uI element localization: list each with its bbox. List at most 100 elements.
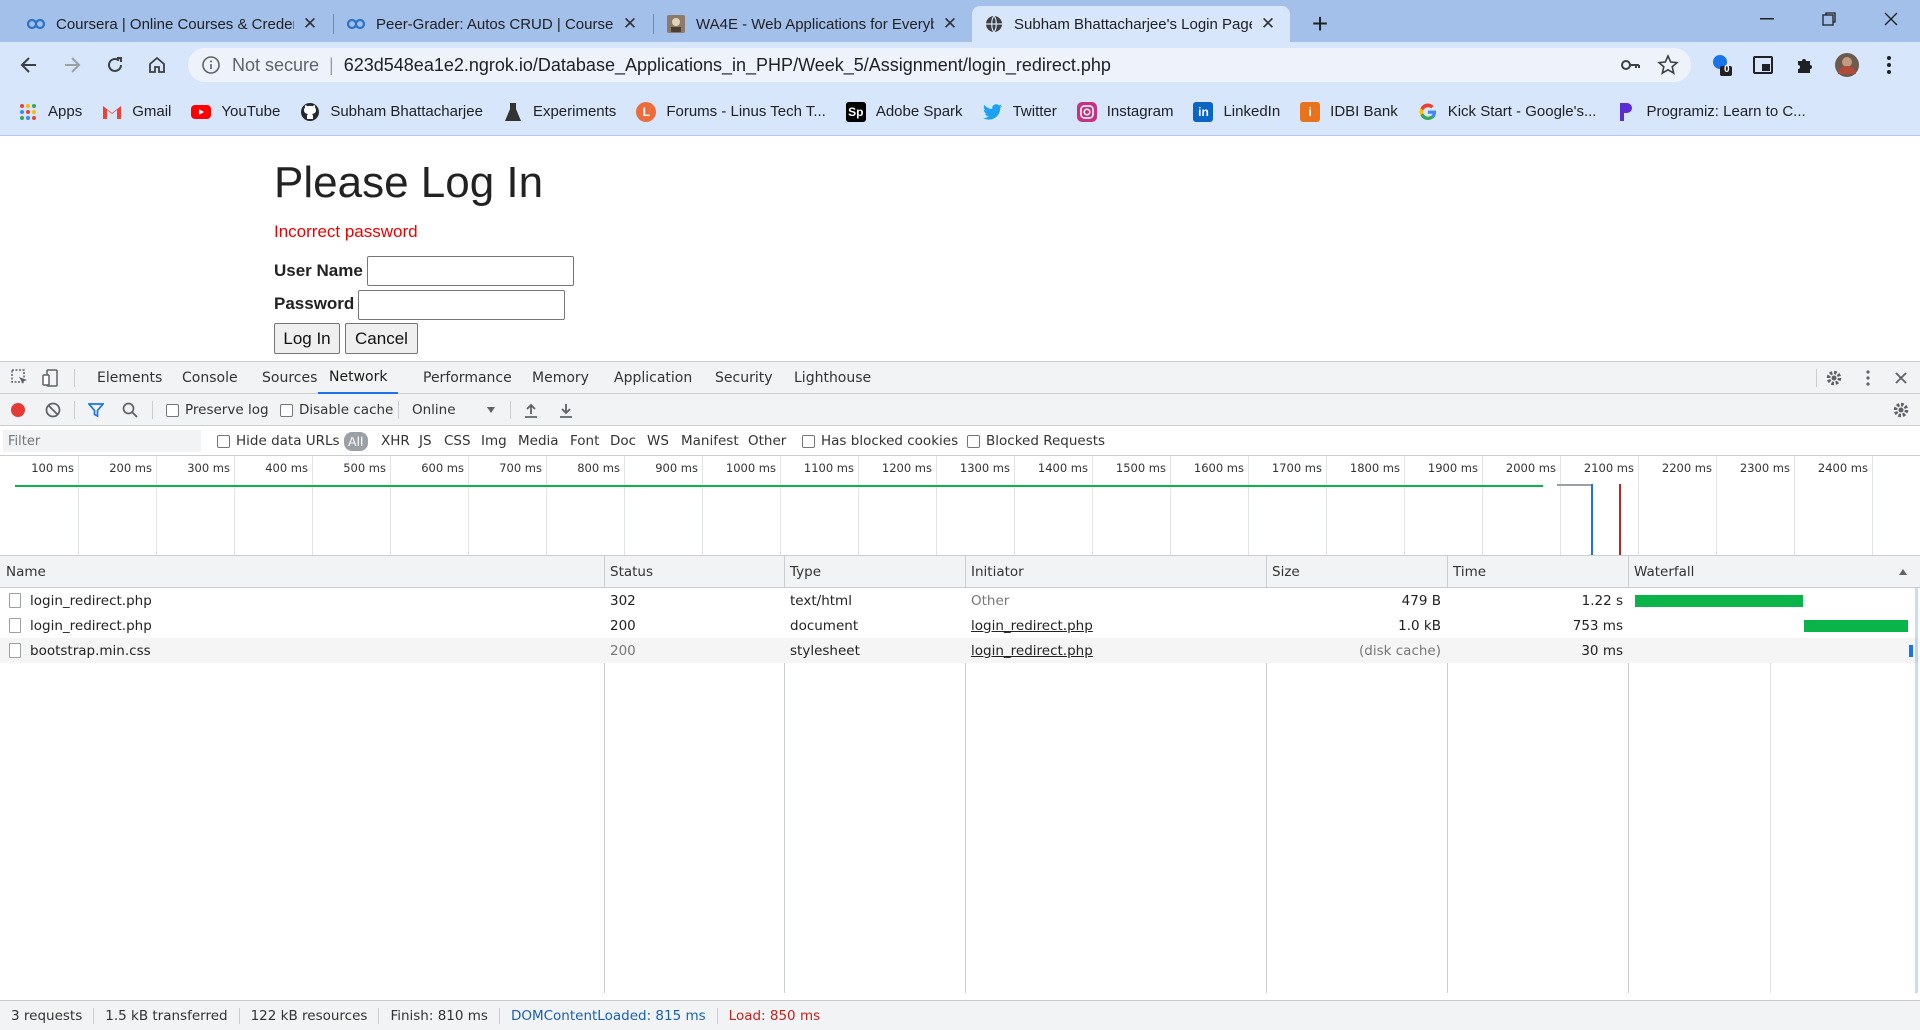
avatar[interactable] [1832, 50, 1862, 80]
table-row[interactable]: bootstrap.min.css 200 stylesheet login_r… [0, 638, 1918, 663]
request-initiator-link[interactable]: login_redirect.php [971, 638, 1093, 663]
close-icon[interactable]: ✕ [1258, 14, 1278, 34]
picture-in-picture-icon[interactable] [1748, 50, 1778, 80]
column-header-name[interactable]: Name [0, 556, 46, 588]
blocked-requests-checkbox[interactable]: Blocked Requests [967, 426, 1105, 456]
column-header-waterfall[interactable]: Waterfall [1628, 556, 1694, 588]
devtools-tab-performance[interactable]: Performance [423, 362, 512, 394]
filter-type-manifest[interactable]: Manifest [681, 426, 739, 456]
filter-type-xhr[interactable]: XHR [381, 426, 410, 456]
devtools-tab-sources[interactable]: Sources [262, 362, 317, 394]
checkbox-box[interactable] [280, 403, 293, 417]
more-options-icon[interactable] [1858, 368, 1878, 388]
devtools-tab-security[interactable]: Security [715, 362, 773, 394]
new-tab-button[interactable]: + [1305, 8, 1335, 39]
devtools-tab-network[interactable]: Network [318, 362, 399, 394]
checkbox-box[interactable] [967, 434, 980, 448]
devtools-tab-elements[interactable]: Elements [97, 362, 162, 394]
device-toolbar-icon[interactable] [41, 368, 61, 388]
devtools-tab-lighthouse[interactable]: Lighthouse [794, 362, 871, 394]
browser-menu-icon[interactable] [1874, 50, 1904, 80]
has-blocked-cookies-checkbox[interactable]: Has blocked cookies [802, 426, 958, 456]
request-name[interactable]: login_redirect.php [9, 588, 152, 613]
info-icon[interactable] [200, 54, 222, 76]
bookmark-twitter[interactable]: Twitter [982, 102, 1057, 122]
throttling-select[interactable]: Online [412, 394, 496, 426]
filter-type-img[interactable]: Img [481, 426, 507, 456]
record-icon[interactable] [10, 394, 26, 426]
close-icon[interactable] [1891, 368, 1911, 388]
sort-ascending-icon[interactable] [1892, 556, 1908, 588]
url-text[interactable]: 623d548ea1e2.ngrok.io/Database_Applicati… [344, 55, 1111, 76]
request-initiator-link[interactable]: login_redirect.php [971, 613, 1093, 638]
extensions-puzzle-icon[interactable] [1790, 50, 1820, 80]
bookmark-experiments[interactable]: Experiments [503, 102, 616, 122]
hide-data-urls-checkbox[interactable]: Hide data URLs [217, 426, 340, 456]
filter-icon[interactable] [88, 394, 104, 426]
bookmark-star-icon[interactable] [1657, 54, 1679, 81]
close-icon[interactable]: ✕ [940, 14, 960, 34]
table-row[interactable]: login_redirect.php 302 text/html Other 4… [0, 588, 1918, 613]
network-settings-gear-icon[interactable] [1892, 394, 1910, 426]
checkbox-box[interactable] [217, 434, 230, 448]
tab-coursera-courses[interactable]: Coursera | Online Courses & Creden ✕ [14, 6, 332, 42]
home-button[interactable] [142, 50, 172, 80]
column-header-time[interactable]: Time [1447, 556, 1486, 588]
column-header-initiator[interactable]: Initiator [965, 556, 1024, 588]
filter-type-css[interactable]: CSS [444, 426, 471, 456]
bookmark-github[interactable]: Subham Bhattacharjee [300, 102, 483, 122]
bookmark-programiz[interactable]: Programiz: Learn to C... [1616, 102, 1806, 122]
devtools-tab-application[interactable]: Application [614, 362, 692, 394]
import-har-icon[interactable] [524, 394, 538, 426]
clear-icon[interactable] [45, 394, 61, 426]
bookmark-youtube[interactable]: YouTube [191, 102, 280, 122]
request-name[interactable]: bootstrap.min.css [9, 638, 151, 663]
gear-icon[interactable] [1824, 368, 1844, 388]
bookmark-gmail[interactable]: Gmail [102, 102, 171, 122]
bookmark-instagram[interactable]: Instagram [1076, 101, 1173, 122]
bookmark-adobe-spark[interactable]: Sp Adobe Spark [845, 101, 963, 122]
login-button[interactable]: Log In [274, 323, 340, 354]
forward-button[interactable] [57, 50, 87, 80]
tab-wa4e[interactable]: WA4E - Web Applications for Everyb ✕ [654, 6, 972, 42]
bookmark-linus-forums[interactable]: L Forums - Linus Tech T... [636, 101, 826, 122]
bookmark-kickstart[interactable]: Kick Start - Google's... [1418, 102, 1596, 122]
inspect-element-icon[interactable] [10, 368, 30, 388]
checkbox-box[interactable] [802, 434, 815, 448]
tab-peer-grader[interactable]: Peer-Grader: Autos CRUD | Coursera ✕ [334, 6, 652, 42]
export-har-icon[interactable] [559, 394, 573, 426]
password-input[interactable] [358, 290, 565, 320]
back-button[interactable] [14, 50, 44, 80]
restore-button[interactable] [1804, 0, 1854, 38]
tab-login-page[interactable]: Subham Bhattacharjee's Login Page ✕ [972, 6, 1290, 42]
preserve-log-checkbox[interactable]: Preserve log [166, 394, 269, 426]
devtools-tab-memory[interactable]: Memory [532, 362, 589, 394]
filter-type-font[interactable]: Font [570, 426, 599, 456]
column-header-size[interactable]: Size [1266, 556, 1300, 588]
filter-type-other[interactable]: Other [748, 426, 786, 456]
filter-type-all[interactable]: All [344, 432, 368, 451]
disable-cache-checkbox[interactable]: Disable cache [280, 394, 393, 426]
bookmark-apps[interactable]: Apps [18, 102, 82, 122]
username-input[interactable] [367, 256, 574, 286]
extension-icon[interactable]: 0 [1706, 50, 1736, 80]
bookmark-linkedin[interactable]: in LinkedIn [1193, 101, 1280, 122]
filter-type-media[interactable]: Media [518, 426, 559, 456]
filter-input[interactable] [3, 430, 201, 452]
close-icon[interactable]: ✕ [300, 14, 320, 34]
filter-type-js[interactable]: JS [419, 426, 432, 456]
reload-button[interactable] [100, 50, 130, 80]
cancel-button[interactable]: Cancel [345, 323, 418, 354]
column-header-type[interactable]: Type [784, 556, 821, 588]
bookmark-idbi[interactable]: i IDBI Bank [1300, 101, 1398, 122]
minimize-button[interactable] [1742, 0, 1792, 38]
key-icon[interactable] [1619, 54, 1641, 81]
search-icon[interactable] [122, 394, 138, 426]
request-name[interactable]: login_redirect.php [9, 613, 152, 638]
close-window-button[interactable] [1866, 0, 1916, 38]
checkbox-box[interactable] [166, 403, 179, 417]
column-header-status[interactable]: Status [604, 556, 653, 588]
table-row[interactable]: login_redirect.php 200 document login_re… [0, 613, 1918, 638]
filter-type-ws[interactable]: WS [647, 426, 669, 456]
devtools-tab-console[interactable]: Console [182, 362, 238, 394]
